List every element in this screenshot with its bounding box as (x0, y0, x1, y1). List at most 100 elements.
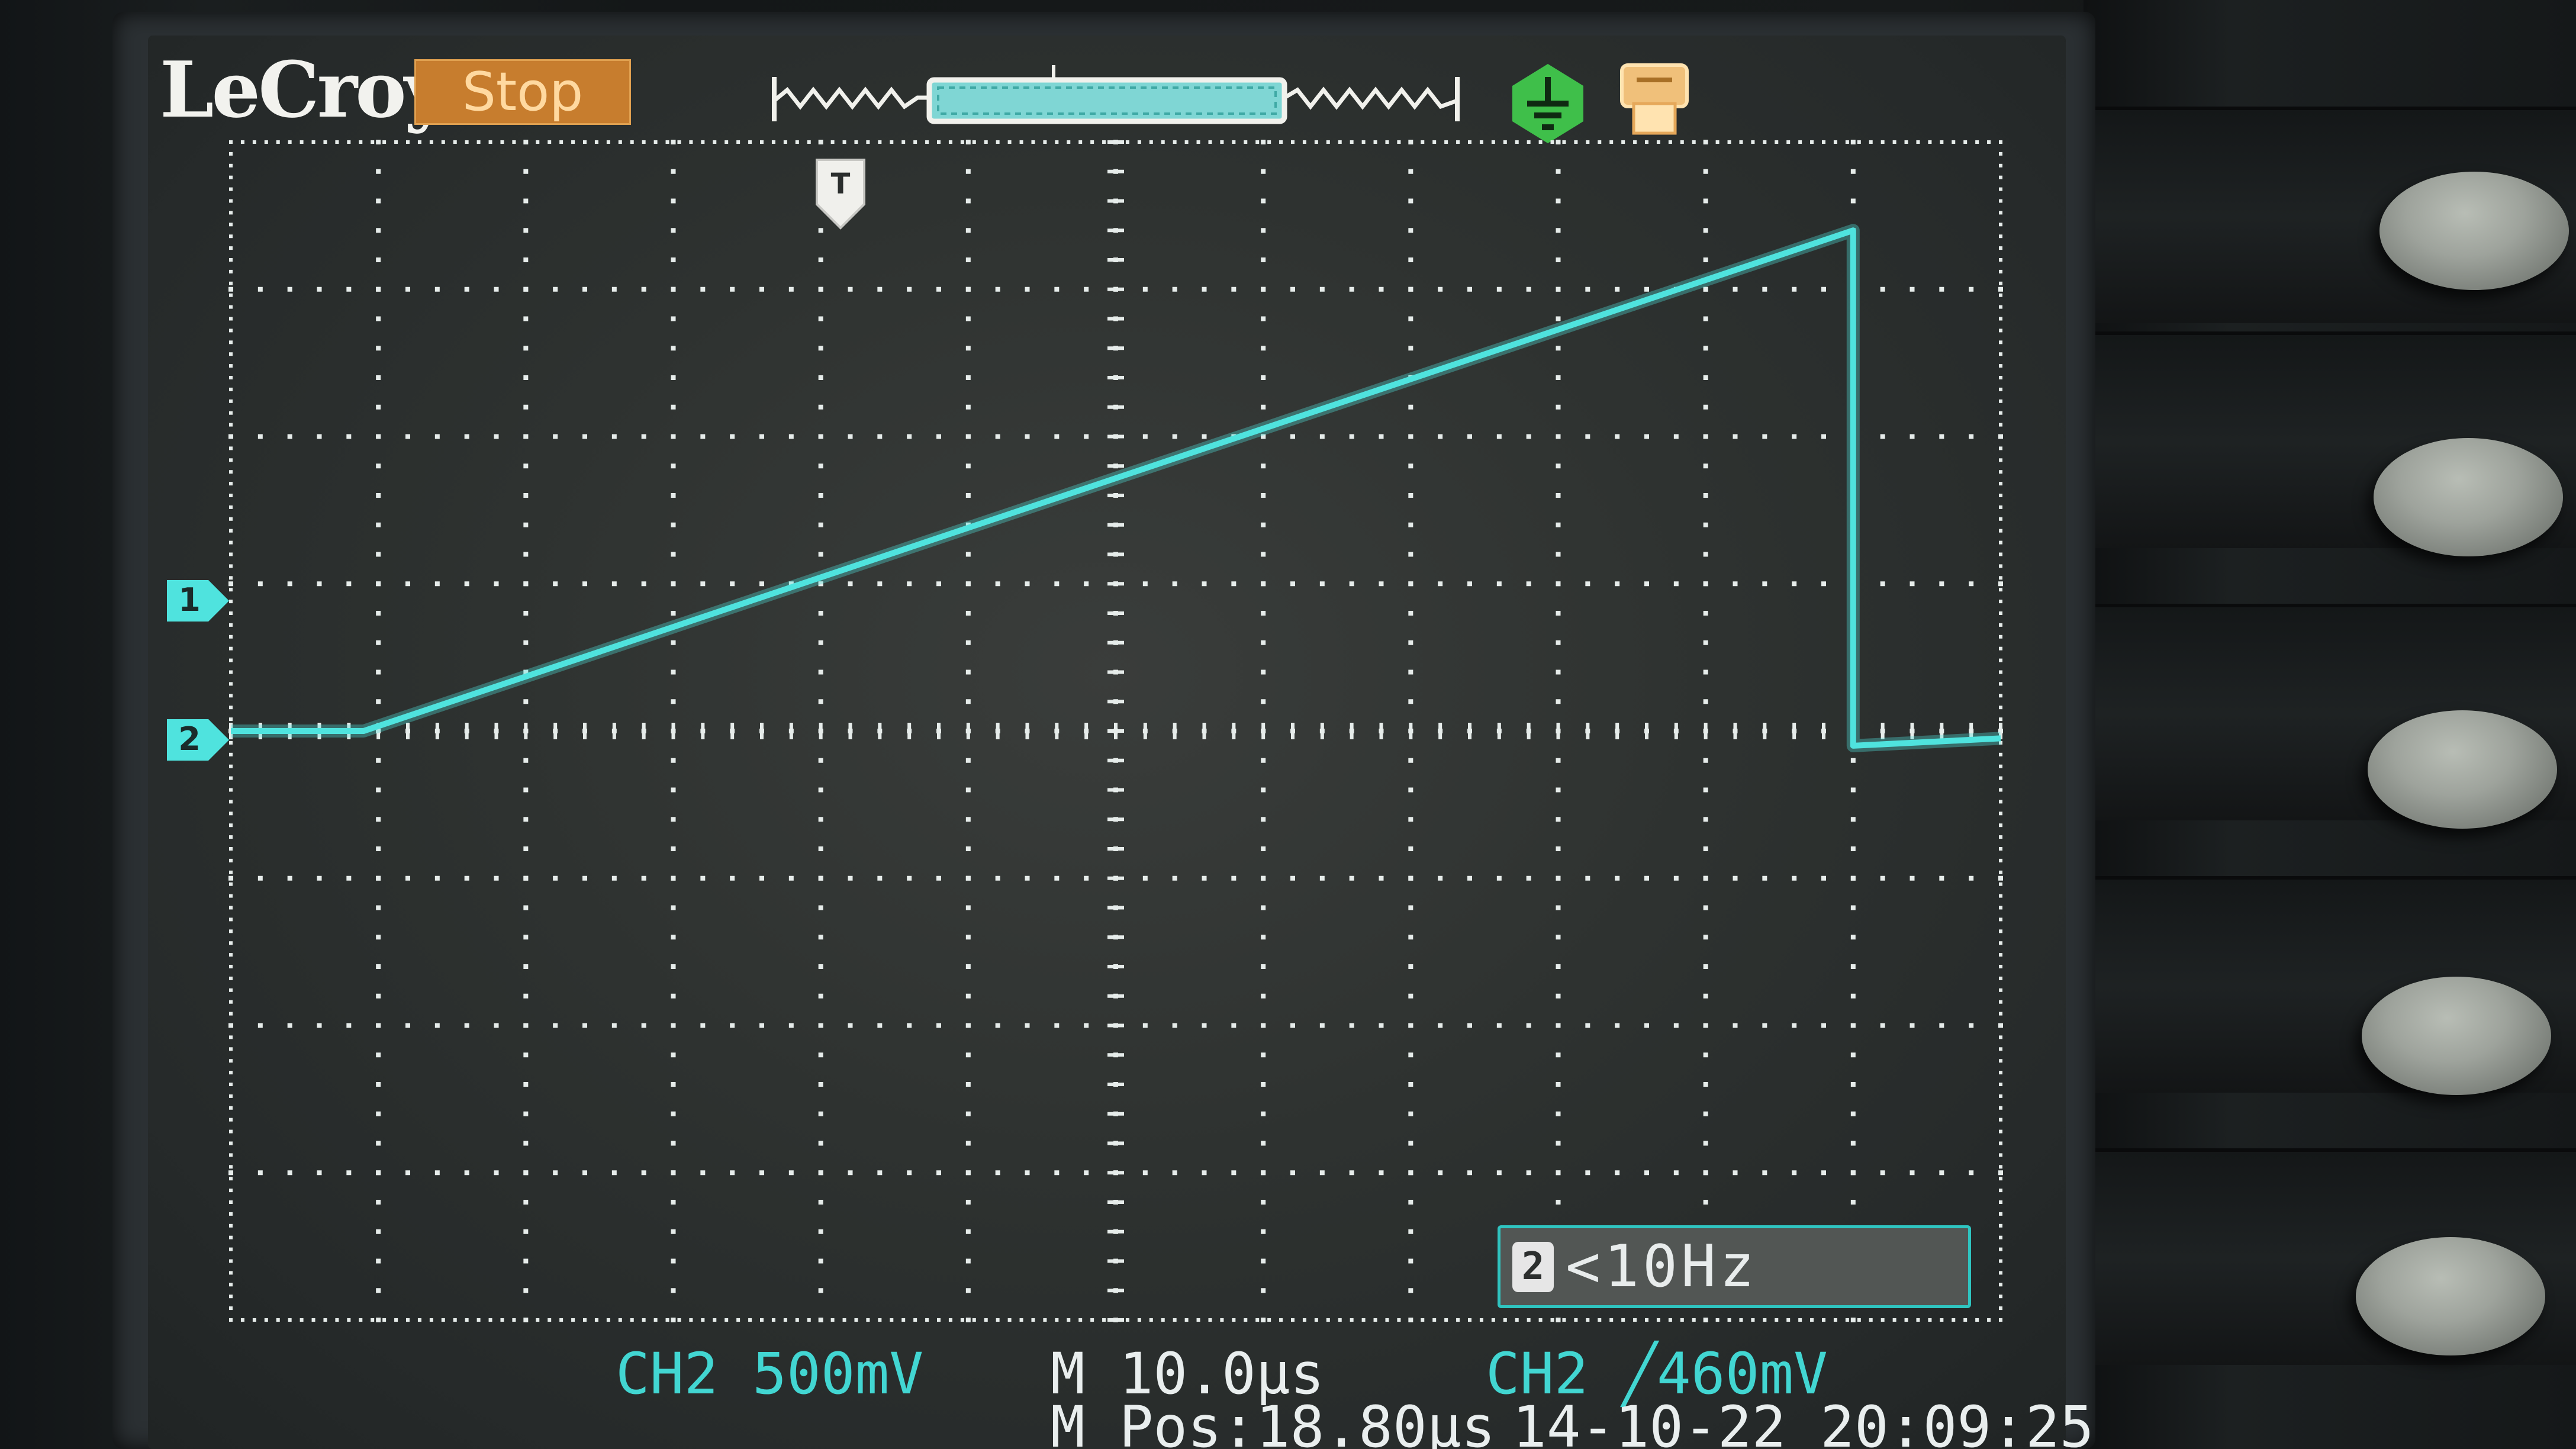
graticule-vline (1850, 964, 1856, 969)
graticule-border (890, 1318, 894, 1322)
graticule-vline (1850, 1200, 1856, 1205)
graticule-border (866, 1318, 870, 1322)
graticule-border (1125, 1318, 1129, 1322)
graticule-border (1999, 1153, 2002, 1157)
waveform-display[interactable] (225, 136, 2012, 1326)
softkey-3-button[interactable] (2368, 710, 2557, 829)
graticule-hline (1998, 434, 2003, 439)
graticule-hline (1261, 875, 1266, 881)
graticule-hline (1438, 581, 1443, 587)
graticule-hline (228, 1170, 233, 1176)
graticule-center-tick (1107, 1053, 1124, 1057)
graticule-hline (1733, 1170, 1738, 1176)
graticule-vline (1556, 463, 1561, 469)
graticule-border (1999, 670, 2002, 674)
graticule-border (760, 1318, 764, 1322)
graticule-hline (1526, 1170, 1531, 1176)
horizontal-position-readout[interactable]: M Pos:18.80µs (1051, 1394, 1495, 1449)
graticule-vline (523, 611, 529, 616)
graticule-hline (317, 581, 322, 587)
graticule-hline (611, 875, 617, 881)
graticule-vline (671, 1318, 676, 1322)
graticule-border (1999, 576, 2002, 580)
graticule-hline (1910, 875, 1915, 881)
graticule-vline (523, 1082, 529, 1087)
graticule-vline (1703, 552, 1708, 557)
graticule-border (441, 140, 445, 144)
run-state-indicator[interactable]: Stop (414, 59, 631, 125)
print-icon[interactable] (1610, 53, 1699, 142)
graticule-hline (317, 875, 322, 881)
graticule-vline (965, 669, 971, 675)
channel-1-level-marker[interactable]: 1 (167, 574, 232, 627)
graticule-border (1444, 140, 1448, 144)
graticule-vline (523, 346, 529, 351)
graticule-border (1090, 1318, 1094, 1322)
graticule-vline (1556, 935, 1561, 940)
channel-2-label: 2 (178, 720, 201, 758)
graticule-vline (1556, 375, 1561, 380)
graticule-center-tick (1107, 582, 1124, 586)
graticule-hline (1496, 286, 1502, 292)
graticule-hline (1880, 1170, 1885, 1176)
graticule-border (1999, 470, 2002, 474)
graticule-hline (1025, 581, 1030, 587)
graticule-vline (376, 817, 381, 822)
graticule-hline (671, 581, 676, 587)
graticule-hline (257, 1023, 263, 1028)
channel-2-level-marker[interactable]: 2 (167, 713, 232, 767)
graticule-border (1715, 140, 1720, 144)
graticule-vline (818, 1200, 823, 1205)
graticule-border (323, 1318, 327, 1322)
graticule-border (1999, 1141, 2002, 1145)
graticule-hline (523, 581, 529, 587)
graticule-border (1857, 1318, 1861, 1322)
graticule-vline (1261, 935, 1266, 940)
graticule-vline (1556, 316, 1561, 321)
graticule-vline (376, 1318, 381, 1322)
ground-icon[interactable] (1503, 59, 1592, 148)
softkey-4-button[interactable] (2362, 977, 2551, 1095)
graticule-vline (965, 552, 971, 557)
graticule-vline (1261, 1052, 1266, 1058)
graticule-border (229, 552, 233, 556)
graticule-hline (1438, 1023, 1443, 1028)
graticule-center-tick (1615, 723, 1619, 739)
graticule-border (1952, 140, 1956, 144)
graticule-hline (1438, 434, 1443, 439)
graticule-border (1468, 1318, 1471, 1322)
graticule-border (1999, 1059, 2002, 1063)
graticule-border (783, 1318, 787, 1322)
graticule-hline (434, 1023, 440, 1028)
graticule-vline (1408, 669, 1413, 675)
graticule-vline (1408, 140, 1413, 144)
graticule-center-tick (878, 723, 882, 739)
ch2-scale-readout[interactable]: CH2 500mV (616, 1341, 923, 1407)
graticule-border (1928, 140, 1932, 144)
trigger-position-marker[interactable]: T (814, 157, 867, 231)
graticule-hline (1969, 875, 1974, 881)
graticule-border (1621, 1318, 1625, 1322)
softkey-2-button[interactable] (2374, 438, 2563, 556)
graticule-vline (1408, 1229, 1413, 1234)
softkey-5-button[interactable] (2356, 1237, 2545, 1355)
graticule-vline (376, 1200, 381, 1205)
graticule-border (1727, 1318, 1731, 1322)
graticule-hline (730, 581, 735, 587)
graticule-border (1137, 140, 1141, 144)
graticule-border (1763, 140, 1767, 144)
graticule-vline (1850, 846, 1856, 851)
graticule-vline (671, 169, 676, 174)
graticule-vline (1408, 846, 1413, 851)
graticule-center-tick (1586, 723, 1590, 739)
graticule-hline (553, 875, 558, 881)
graticule-vline (965, 935, 971, 940)
graticule-border (913, 1318, 917, 1322)
graticule-hline (1054, 434, 1060, 439)
graticule-hline (848, 875, 853, 881)
graticule-border (1562, 1318, 1566, 1322)
graticule-hline (1821, 581, 1826, 587)
softkey-1-button[interactable] (2379, 172, 2569, 290)
graticule-hline (1261, 1023, 1266, 1028)
graticule-hline (1025, 1023, 1030, 1028)
